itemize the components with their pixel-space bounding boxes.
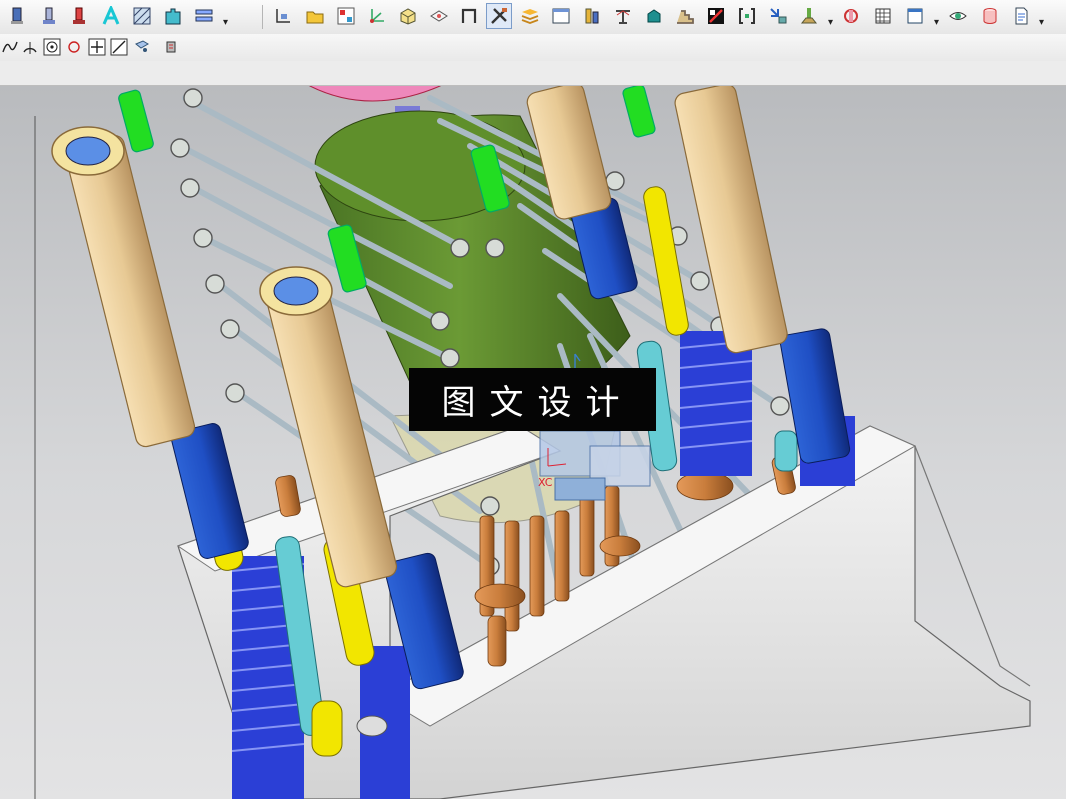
- axis-label: XC: [538, 476, 553, 489]
- curve-snap-icon[interactable]: [0, 37, 20, 57]
- center-snap-icon[interactable]: [42, 37, 62, 57]
- section-view-icon[interactable]: [703, 3, 729, 29]
- align-icon[interactable]: [765, 3, 791, 29]
- stairs-icon[interactable]: [672, 3, 698, 29]
- n-shape-icon[interactable]: [456, 3, 482, 29]
- stack-plates-icon[interactable]: [191, 3, 217, 29]
- chevron-down-icon[interactable]: ▾: [223, 17, 228, 28]
- axis-xyz-icon[interactable]: [364, 3, 390, 29]
- line-snap-icon[interactable]: [109, 37, 129, 57]
- table-grid-icon[interactable]: [870, 3, 896, 29]
- layers-icon[interactable]: [517, 3, 543, 29]
- graphics-viewport[interactable]: XC 图文设计: [0, 86, 1066, 799]
- lock-part: [356, 715, 388, 737]
- ejector-pin-icon[interactable]: [4, 3, 30, 29]
- cylinder-icon[interactable]: [977, 3, 1003, 29]
- sleeve-icon[interactable]: [36, 3, 62, 29]
- status-strip: [0, 61, 1066, 86]
- hatch-pattern-icon[interactable]: [129, 3, 155, 29]
- snap-toolbar: [0, 34, 1066, 62]
- wcs-display-icon[interactable]: [270, 3, 296, 29]
- plane-icon[interactable]: [426, 3, 452, 29]
- chevron-down-icon[interactable]: ▾: [1039, 17, 1044, 28]
- quadrant-snap-icon[interactable]: [64, 37, 84, 57]
- eye-icon[interactable]: [945, 3, 971, 29]
- folder-open-icon[interactable]: [302, 3, 328, 29]
- rotate-part-icon[interactable]: [838, 3, 864, 29]
- filter-icon[interactable]: [161, 37, 181, 57]
- window-icon[interactable]: [902, 3, 928, 29]
- chevron-down-icon[interactable]: ▾: [828, 17, 833, 28]
- watermark-label: 图文设计: [409, 368, 656, 431]
- point-snap-icon[interactable]: [87, 37, 107, 57]
- mold-assembly-model: XC: [34, 86, 1031, 799]
- text-a-icon[interactable]: [98, 3, 124, 29]
- face-snap-icon[interactable]: [132, 37, 152, 57]
- toolbar-separator: [262, 5, 263, 29]
- chevron-down-icon[interactable]: ▾: [934, 17, 939, 28]
- gauge-icon[interactable]: [579, 3, 605, 29]
- return-pin-icon[interactable]: [66, 3, 92, 29]
- measure-icon[interactable]: [610, 3, 636, 29]
- box-solid-icon[interactable]: [395, 3, 421, 29]
- main-toolbar: ▾ ▾ ▾ ▾: [0, 0, 1066, 35]
- document-icon[interactable]: [1008, 3, 1034, 29]
- bucket-icon[interactable]: [641, 3, 667, 29]
- arc-snap-icon[interactable]: [20, 37, 40, 57]
- slot-block-icon[interactable]: [160, 3, 186, 29]
- grid-matrix-icon[interactable]: [333, 3, 359, 29]
- trim-tools-icon[interactable]: [486, 3, 512, 29]
- pin-support-icon[interactable]: [796, 3, 822, 29]
- frame-icon[interactable]: [548, 3, 574, 29]
- bracket-icon[interactable]: [734, 3, 760, 29]
